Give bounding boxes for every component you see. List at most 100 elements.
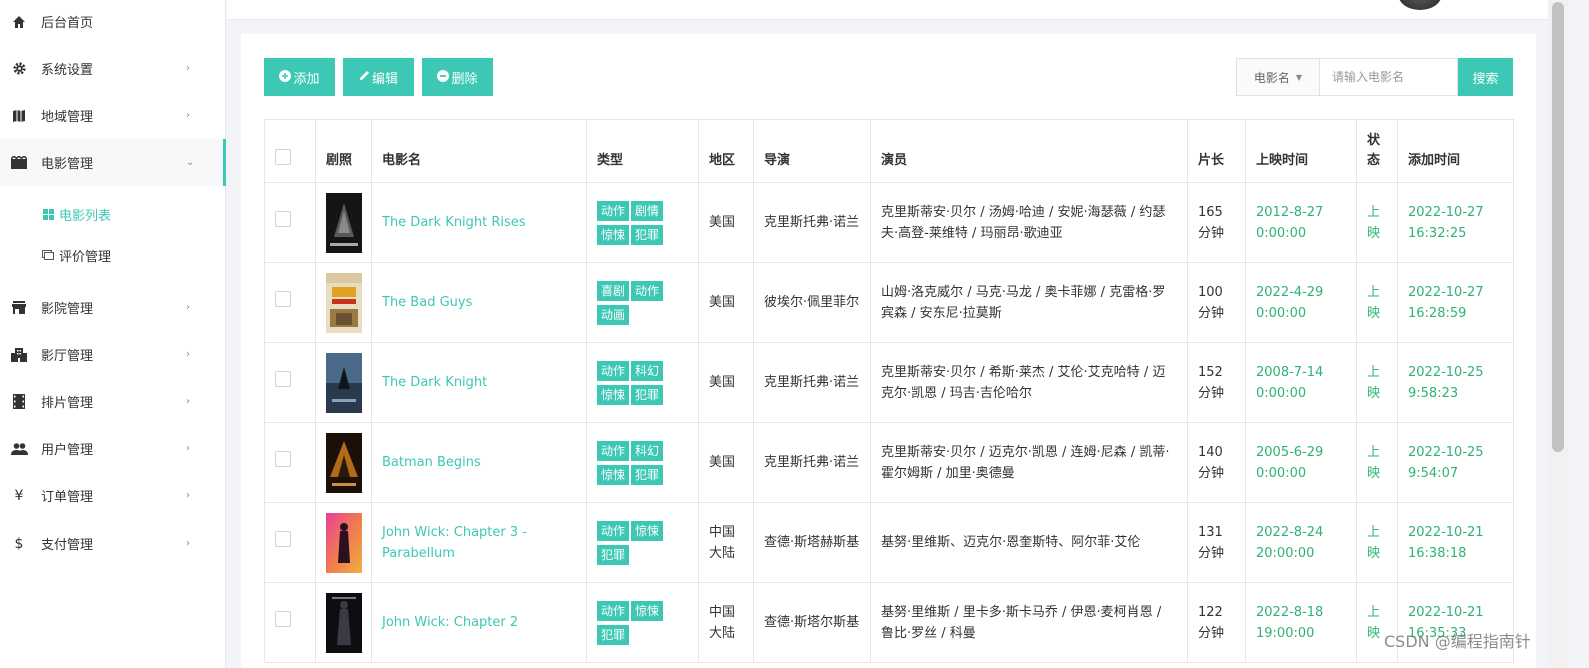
sidebar-item-system-settings[interactable]: 系统设置 › xyxy=(0,45,226,92)
row-checkbox[interactable] xyxy=(275,211,291,227)
sidebar: 后台首页 系统设置 › 地域管理 › 电影管理 ⌄ 电影列表 评价管理 影院管理… xyxy=(0,0,226,668)
movie-title-link[interactable]: John Wick: Chapter 3 - Parabellum xyxy=(382,525,527,561)
submenu-item-label: 电影列表 xyxy=(59,208,112,224)
movie-title-cell: The Dark Knight Rises xyxy=(371,182,587,263)
sidebar-item-label: 支付管理 xyxy=(41,538,94,553)
page-scrollbar[interactable] xyxy=(1548,0,1569,668)
add-button[interactable]: 添加 xyxy=(264,58,335,96)
header-select-all[interactable] xyxy=(264,119,316,183)
movie-title-link[interactable]: Batman Begins xyxy=(382,455,481,470)
movie-title-link[interactable]: The Dark Knight xyxy=(382,375,487,390)
movie-title-link[interactable]: The Bad Guys xyxy=(382,295,472,310)
length-cell: 152分钟 xyxy=(1187,342,1246,423)
length-cell: 122分钟 xyxy=(1187,582,1246,663)
column-header: 上映时间 xyxy=(1245,119,1357,183)
sidebar-item-region[interactable]: 地域管理 › xyxy=(0,92,226,139)
column-header: 地区 xyxy=(698,119,754,183)
table-row[interactable]: John Wick: Chapter 2 动作 惊悚 犯罪 中国大陆 查德·斯塔尔… xyxy=(264,582,1514,663)
sidebar-item-label: 地域管理 xyxy=(41,110,94,125)
table-row[interactable]: Batman Begins 动作 科幻 惊悚 犯罪 美国 克里斯托弗·诺兰 克里斯蒂… xyxy=(264,422,1514,503)
release-date-cell: 2005-6-29 0:00:00 xyxy=(1245,422,1357,503)
column-header: 演员 xyxy=(870,119,1188,183)
genre-tag: 动作 xyxy=(597,520,630,541)
table-row[interactable]: The Bad Guys 喜剧 动作 动画 美国 彼埃尔·佩里菲尔 山姆·洛克威尔… xyxy=(264,262,1514,343)
chevron-right-icon: › xyxy=(186,396,190,407)
sidebar-item-movie[interactable]: 电影管理 ⌄ xyxy=(0,139,226,186)
genre-tag: 犯罪 xyxy=(597,544,630,565)
row-checkbox[interactable] xyxy=(275,291,291,307)
store-icon xyxy=(10,299,28,317)
movie-poster xyxy=(326,512,362,573)
submenu-item-movie-list[interactable]: 电影列表 xyxy=(0,194,226,234)
row-checkbox[interactable] xyxy=(275,451,291,467)
poster-cell xyxy=(315,422,372,503)
search-field-select[interactable]: 电影名 ▼ xyxy=(1236,58,1319,96)
table-row[interactable]: The Dark Knight Rises 动作 剧情 惊悚 犯罪 美国 克里斯托弗… xyxy=(264,182,1514,263)
sidebar-item-cinema[interactable]: 影院管理 › xyxy=(0,284,226,331)
row-checkbox[interactable] xyxy=(275,531,291,547)
poster-cell xyxy=(315,582,372,663)
dollar-icon: $ xyxy=(14,535,24,552)
search-input[interactable] xyxy=(1319,58,1458,96)
movie-title-cell: The Bad Guys xyxy=(371,262,587,343)
genre-tag: 惊悚 xyxy=(631,520,664,541)
delete-button[interactable]: 删除 xyxy=(422,58,493,96)
pencil-icon xyxy=(359,70,370,84)
poster-cell xyxy=(315,502,372,583)
search-bar: 电影名 ▼ 搜索 xyxy=(1236,58,1513,96)
scrollbar-thumb[interactable] xyxy=(1552,2,1564,452)
sidebar-item-label: 排片管理 xyxy=(41,396,94,411)
table-row[interactable]: John Wick: Chapter 3 - Parabellum 动作 惊悚 犯… xyxy=(264,502,1514,583)
genre-tag: 剧情 xyxy=(631,200,664,221)
chevron-right-icon: › xyxy=(186,63,190,74)
sidebar-item-payment[interactable]: $ 支付管理 › xyxy=(0,520,226,567)
select-all-checkbox[interactable] xyxy=(275,148,291,165)
sidebar-item-orders[interactable]: ¥ 订单管理 › xyxy=(0,472,226,519)
sidebar-item-users[interactable]: 用户管理 › xyxy=(0,425,226,472)
column-header: 状态 xyxy=(1356,119,1398,183)
submenu-item-review[interactable]: 评价管理 xyxy=(0,235,226,275)
film-strip-icon xyxy=(10,393,28,411)
column-header: 导演 xyxy=(753,119,871,183)
row-checkbox[interactable] xyxy=(275,371,291,387)
sidebar-item-home[interactable]: 后台首页 xyxy=(0,0,226,45)
movie-poster xyxy=(326,352,362,413)
movie-title-link[interactable]: The Dark Knight Rises xyxy=(382,215,526,230)
release-date-cell: 2022-8-18 19:00:00 xyxy=(1245,582,1357,663)
genre-tag: 犯罪 xyxy=(597,624,630,645)
edit-button[interactable]: 编辑 xyxy=(343,58,414,96)
chevron-right-icon: › xyxy=(186,490,190,501)
search-field-select-value: 电影名 xyxy=(1253,70,1290,85)
genre-tag: 动作 xyxy=(597,360,630,381)
film-icon xyxy=(10,154,28,172)
genre-tag: 犯罪 xyxy=(631,384,664,405)
chevron-right-icon: › xyxy=(186,302,190,313)
watermark: CSDN @编程指南针 xyxy=(1384,632,1531,651)
genre-tag: 犯罪 xyxy=(631,224,664,245)
search-button[interactable]: 搜索 xyxy=(1458,58,1513,96)
row-checkbox[interactable] xyxy=(275,611,291,627)
cast-cell: 山姆·洛克威尔 / 马克·马龙 / 奥卡菲娜 / 克雷格·罗宾森 / 安东尼·拉… xyxy=(870,262,1188,343)
director-cell: 彼埃尔·佩里菲尔 xyxy=(753,262,871,343)
movie-poster xyxy=(326,192,362,253)
movie-title-link[interactable]: John Wick: Chapter 2 xyxy=(382,615,518,630)
poster-cell xyxy=(315,182,372,263)
column-header: 剧照 xyxy=(315,119,372,183)
genre-tag: 喜剧 xyxy=(597,280,630,301)
chevron-right-icon: › xyxy=(186,538,190,549)
cast-cell: 基努·里维斯、迈克尔·恩奎斯特、阿尔菲·艾伦 xyxy=(870,502,1188,583)
genre-cell: 动作 剧情 惊悚 犯罪 xyxy=(586,182,699,263)
table-row[interactable]: The Dark Knight 动作 科幻 惊悚 犯罪 美国 克里斯托弗·诺兰 克里… xyxy=(264,342,1514,423)
sidebar-item-hall[interactable]: 影厅管理 › xyxy=(0,331,226,378)
sidebar-item-schedule[interactable]: 排片管理 › xyxy=(0,378,226,425)
director-cell: 查德·斯塔尔斯基 xyxy=(753,582,871,663)
added-time-cell: 2022-10-27 16:28:59 xyxy=(1397,262,1514,343)
director-cell: 克里斯托弗·诺兰 xyxy=(753,422,871,503)
delete-button-label: 删除 xyxy=(451,71,478,87)
cast-cell: 克里斯蒂安·贝尔 / 迈克尔·凯恩 / 连姆·尼森 / 凯蒂·霍尔姆斯 / 加里… xyxy=(870,422,1188,503)
genre-tag: 惊悚 xyxy=(597,384,630,405)
gear-icon xyxy=(10,60,28,78)
genre-cell: 动作 科幻 惊悚 犯罪 xyxy=(586,342,699,423)
row-select-cell xyxy=(264,502,316,583)
added-time-cell: 2022-10-25 9:58:23 xyxy=(1397,342,1514,423)
